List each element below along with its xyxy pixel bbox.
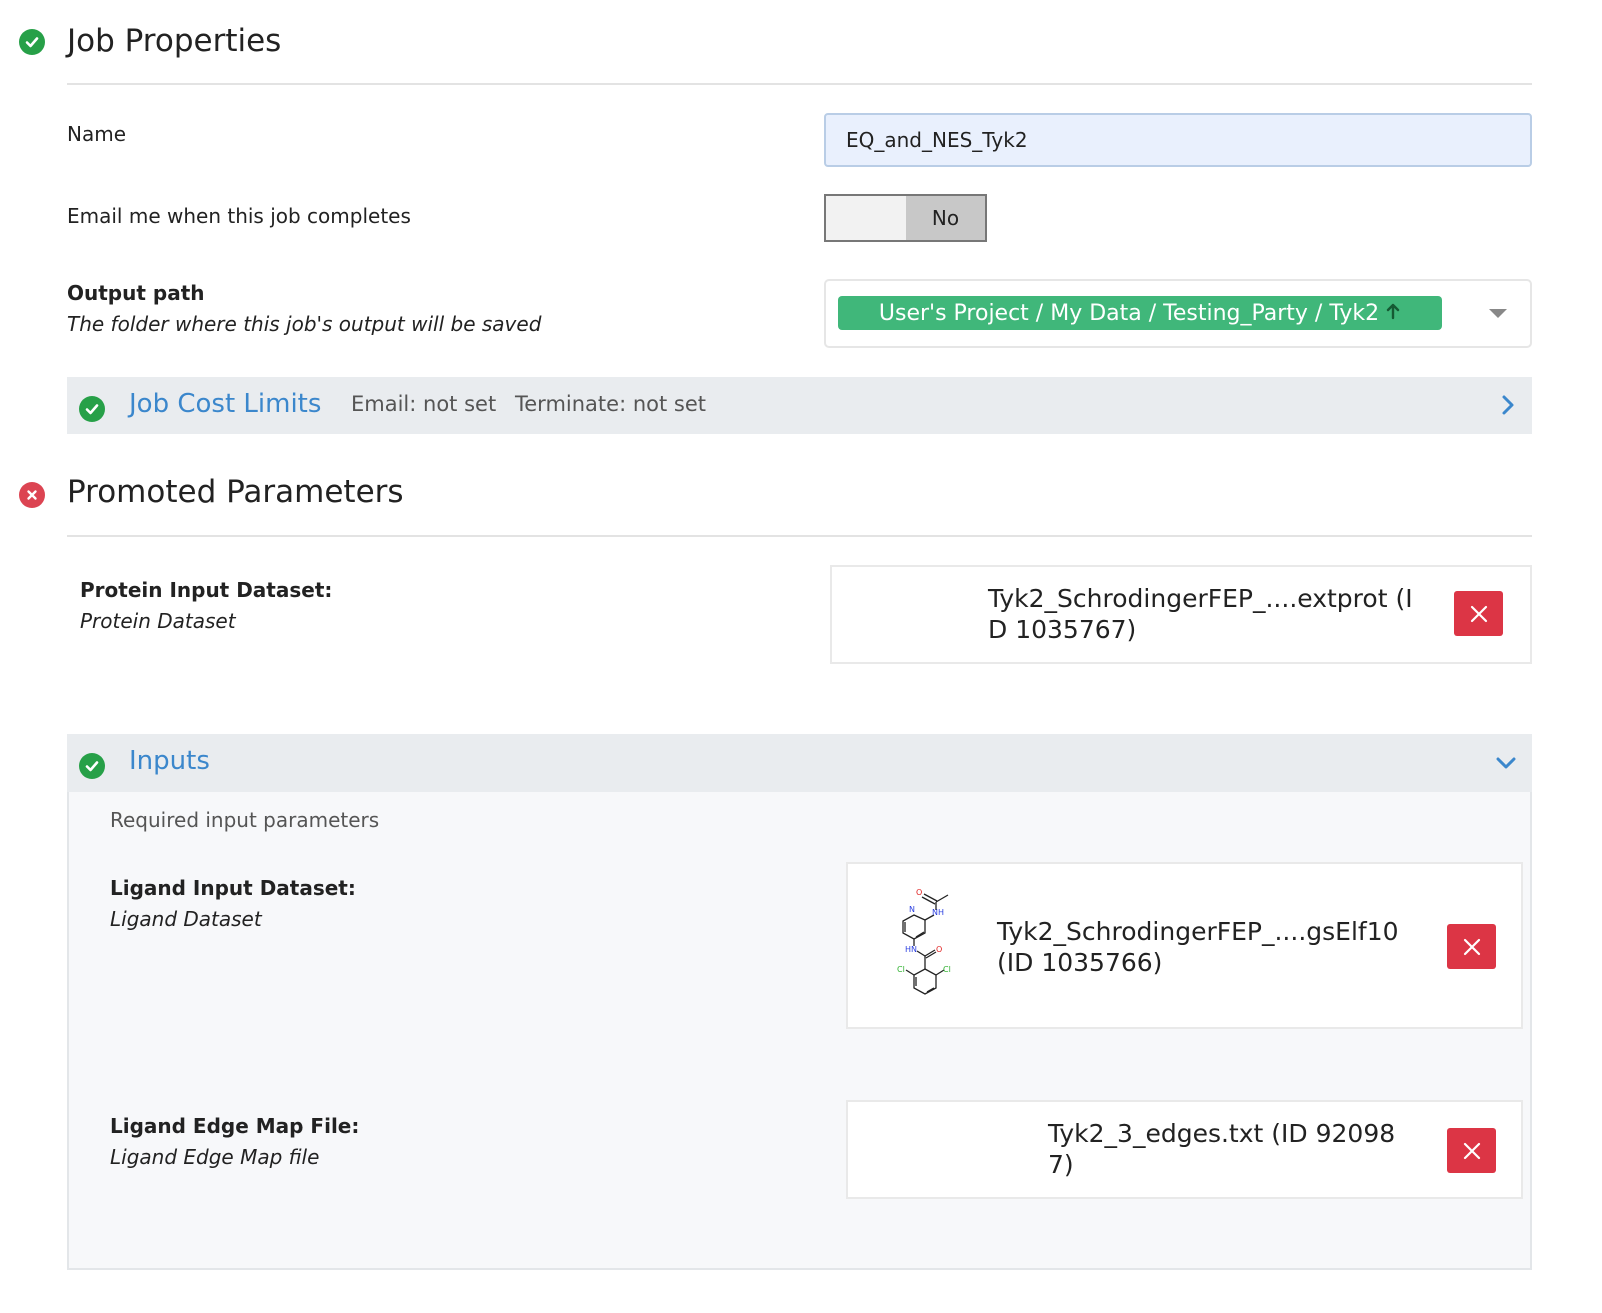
terminate-limit-text: Terminate: not set: [515, 392, 706, 416]
divider: [67, 535, 1532, 537]
svg-text:O: O: [916, 888, 922, 897]
ligand-dataset-box: O NH N HN O Cl Cl Tyk2_SchrodingerFEP_..…: [846, 862, 1523, 1029]
success-check-icon: [19, 29, 45, 55]
inputs-subtitle: Required input parameters: [110, 808, 380, 832]
output-path-label: Output path: [67, 281, 205, 305]
svg-text:Cl: Cl: [897, 965, 905, 974]
success-check-icon: [79, 753, 105, 779]
arrow-up-icon: [1385, 301, 1401, 326]
toggle-track: [826, 196, 906, 240]
ligand-input-label: Ligand Input Dataset:: [110, 876, 356, 900]
inputs-section-bar[interactable]: Inputs: [67, 734, 1532, 792]
output-path-pill: User's Project / My Data / Testing_Party…: [838, 296, 1442, 330]
remove-ligand-dataset-button[interactable]: [1447, 924, 1496, 969]
protein-dataset-value: Tyk2_SchrodingerFEP_....extprot (I D 103…: [988, 584, 1413, 644]
protein-dataset-box: Tyk2_SchrodingerFEP_....extprot (I D 103…: [830, 565, 1532, 664]
edge-map-dataset-value: Tyk2_3_edges.txt (ID 92098 7): [1048, 1119, 1396, 1179]
remove-edge-map-button[interactable]: [1447, 1128, 1496, 1173]
svg-text:N: N: [909, 905, 915, 914]
edge-map-dataset-box: Tyk2_3_edges.txt (ID 92098 7): [846, 1100, 1523, 1199]
ligand-input-description: Ligand Dataset: [110, 907, 262, 931]
output-path-select[interactable]: User's Project / My Data / Testing_Party…: [824, 279, 1532, 348]
protein-input-label: Protein Input Dataset:: [80, 578, 333, 602]
divider: [67, 83, 1532, 85]
output-path-text: User's Project / My Data / Testing_Party…: [878, 300, 1380, 326]
close-icon: [1463, 938, 1480, 955]
remove-protein-dataset-button[interactable]: [1454, 591, 1503, 636]
email-toggle[interactable]: No: [824, 194, 987, 242]
svg-text:Cl: Cl: [943, 965, 951, 974]
ligand-edge-map-description: Ligand Edge Map file: [110, 1145, 320, 1169]
svg-text:NH: NH: [932, 908, 944, 917]
job-cost-limits-title: Job Cost Limits: [129, 389, 322, 419]
promoted-parameters-title: Promoted Parameters: [67, 474, 404, 510]
job-properties-title: Job Properties: [67, 23, 282, 59]
chevron-right-icon: [1501, 394, 1515, 420]
inputs-title: Inputs: [129, 746, 210, 776]
error-x-icon: [19, 482, 45, 508]
success-check-icon: [79, 396, 105, 422]
ligand-dataset-value: Tyk2_SchrodingerFEP_....gsElf10 (ID 1035…: [997, 917, 1399, 977]
job-name-input[interactable]: [824, 113, 1532, 167]
inputs-panel: Required input parameters Ligand Input D…: [67, 792, 1532, 1270]
close-icon: [1470, 605, 1487, 622]
output-path-description: The folder where this job's output will …: [67, 312, 542, 336]
protein-input-description: Protein Dataset: [80, 609, 236, 633]
close-icon: [1463, 1142, 1480, 1159]
email-limit-text: Email: not set: [351, 392, 497, 416]
name-label: Name: [67, 122, 127, 146]
molecule-structure-icon: O NH N HN O Cl Cl: [897, 888, 951, 995]
job-cost-limits-bar[interactable]: Job Cost Limits Email: not set Terminate…: [67, 377, 1532, 434]
chevron-down-icon: [1495, 755, 1517, 774]
svg-text:O: O: [936, 945, 942, 954]
ligand-edge-map-label: Ligand Edge Map File:: [110, 1114, 360, 1138]
svg-text:HN: HN: [905, 945, 917, 954]
chevron-down-icon: [1489, 309, 1507, 318]
email-label: Email me when this job completes: [67, 204, 411, 228]
toggle-label: No: [906, 196, 985, 240]
